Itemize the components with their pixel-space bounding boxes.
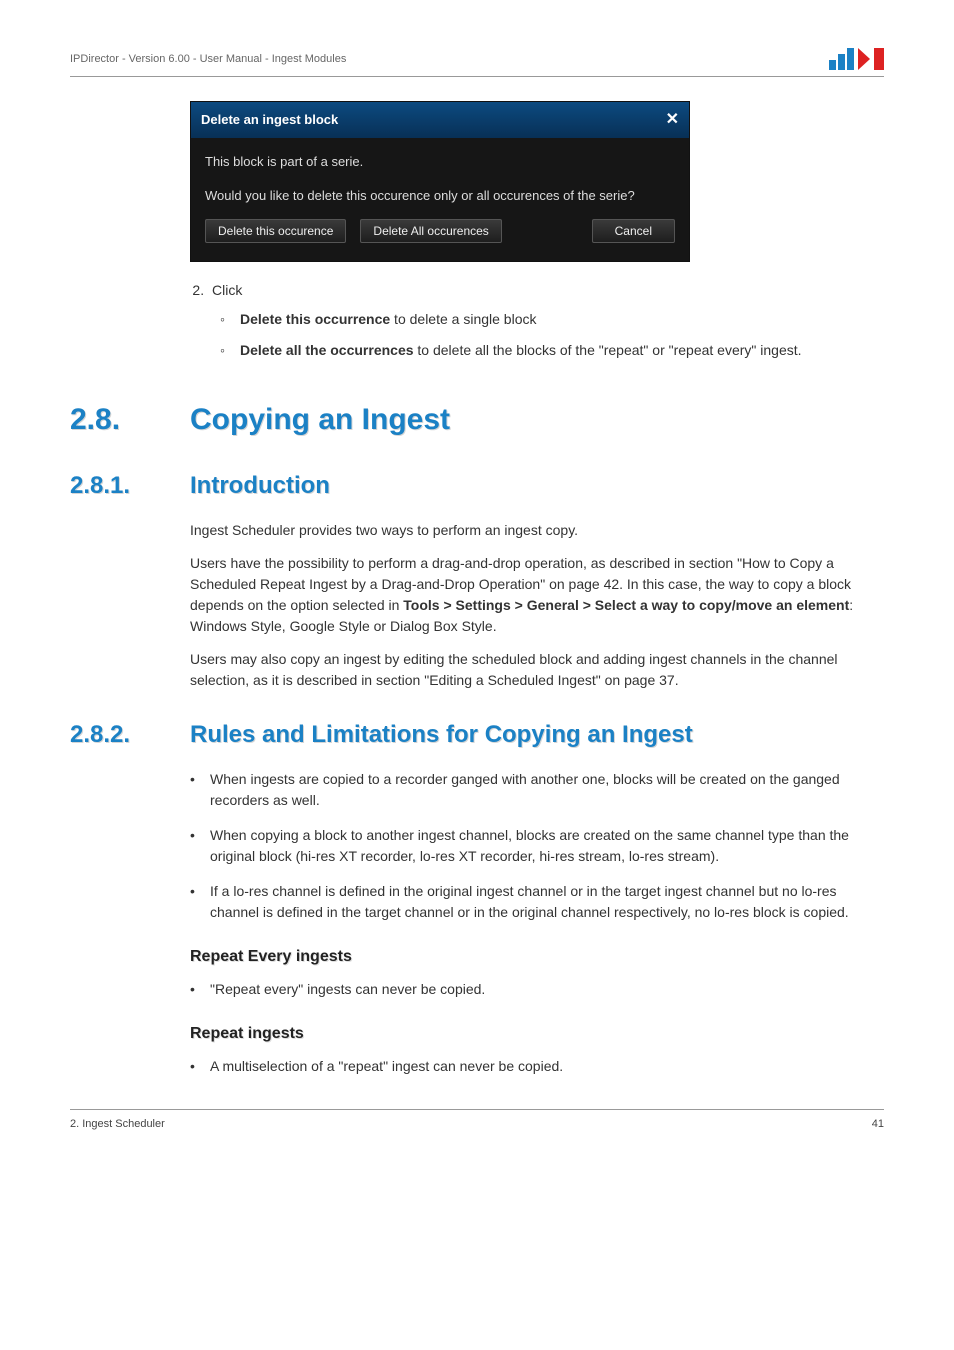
section-2-8-num: 2.8. xyxy=(70,397,190,442)
step-2-opt-2: Delete all the occurrences to delete all… xyxy=(220,340,874,361)
bullet-282-1: When ingests are copied to a recorder ga… xyxy=(190,769,874,811)
footer-left: 2. Ingest Scheduler xyxy=(70,1116,165,1133)
bullet-282-2: When copying a block to another ingest c… xyxy=(190,825,874,867)
close-icon[interactable]: ✕ xyxy=(666,108,679,132)
step-2: Click Delete this occurrence to delete a… xyxy=(208,280,874,361)
section-2-8-1-title: Introduction xyxy=(190,468,330,504)
section-2-8-1-num: 2.8.1. xyxy=(70,468,190,504)
bullet-282-3: If a lo-res channel is defined in the or… xyxy=(190,881,874,923)
dialog-text-2: Would you like to delete this occurence … xyxy=(205,186,675,206)
dialog-title: Delete an ingest block xyxy=(201,110,338,130)
header-title: IPDirector - Version 6.00 - User Manual … xyxy=(70,51,346,68)
step-2-opt-1-rest: to delete a single block xyxy=(390,311,536,327)
page-footer: 2. Ingest Scheduler 41 xyxy=(70,1109,884,1133)
page-header: IPDirector - Version 6.00 - User Manual … xyxy=(70,48,884,77)
step-2-opt-2-rest: to delete all the blocks of the "repeat"… xyxy=(414,342,802,358)
bullet-re-1: "Repeat every" ingests can never be copi… xyxy=(190,979,874,1000)
section-2-8: 2.8. Copying an Ingest xyxy=(70,397,884,442)
footer-page-num: 41 xyxy=(872,1116,884,1133)
section-2-8-2-title: Rules and Limitations for Copying an Ing… xyxy=(190,717,693,753)
step-list: Click Delete this occurrence to delete a… xyxy=(190,280,874,361)
delete-ingest-dialog: Delete an ingest block ✕ This block is p… xyxy=(190,101,690,262)
section-2-8-title: Copying an Ingest xyxy=(190,397,450,442)
step-2-opt-1: Delete this occurrence to delete a singl… xyxy=(220,309,874,330)
bullet-r-1: A multiselection of a "repeat" ingest ca… xyxy=(190,1056,874,1077)
section-2-8-1: 2.8.1. Introduction xyxy=(70,468,884,504)
p-281-2: Users have the possibility to perform a … xyxy=(190,553,874,637)
step-2-opt-2-bold: Delete all the occurrences xyxy=(240,342,414,358)
dialog-titlebar: Delete an ingest block ✕ xyxy=(191,102,689,138)
cancel-button[interactable]: Cancel xyxy=(592,219,675,243)
dialog-screenshot: Delete an ingest block ✕ This block is p… xyxy=(190,101,884,262)
p-281-1: Ingest Scheduler provides two ways to pe… xyxy=(190,520,874,541)
step-2-opt-1-bold: Delete this occurrence xyxy=(240,311,390,327)
delete-this-button[interactable]: Delete this occurence xyxy=(205,219,346,243)
section-2-8-2: 2.8.2. Rules and Limitations for Copying… xyxy=(70,717,884,753)
section-2-8-2-body: When ingests are copied to a recorder ga… xyxy=(190,769,874,1077)
dialog-body: This block is part of a serie. Would you… xyxy=(191,138,689,261)
dialog-buttons: Delete this occurence Delete All occuren… xyxy=(205,219,675,243)
heading-repeat-every: Repeat Every ingests xyxy=(190,945,874,969)
section-2-8-2-num: 2.8.2. xyxy=(70,717,190,753)
evs-logo xyxy=(829,48,884,70)
heading-repeat: Repeat ingests xyxy=(190,1022,874,1046)
p-281-2b: Tools > Settings > General > Select a wa… xyxy=(403,597,849,613)
step-2-label: Click xyxy=(212,282,242,298)
delete-all-button[interactable]: Delete All occurences xyxy=(360,219,501,243)
section-2-8-1-body: Ingest Scheduler provides two ways to pe… xyxy=(190,520,874,691)
dialog-text-1: This block is part of a serie. xyxy=(205,152,675,172)
p-281-3: Users may also copy an ingest by editing… xyxy=(190,649,874,691)
